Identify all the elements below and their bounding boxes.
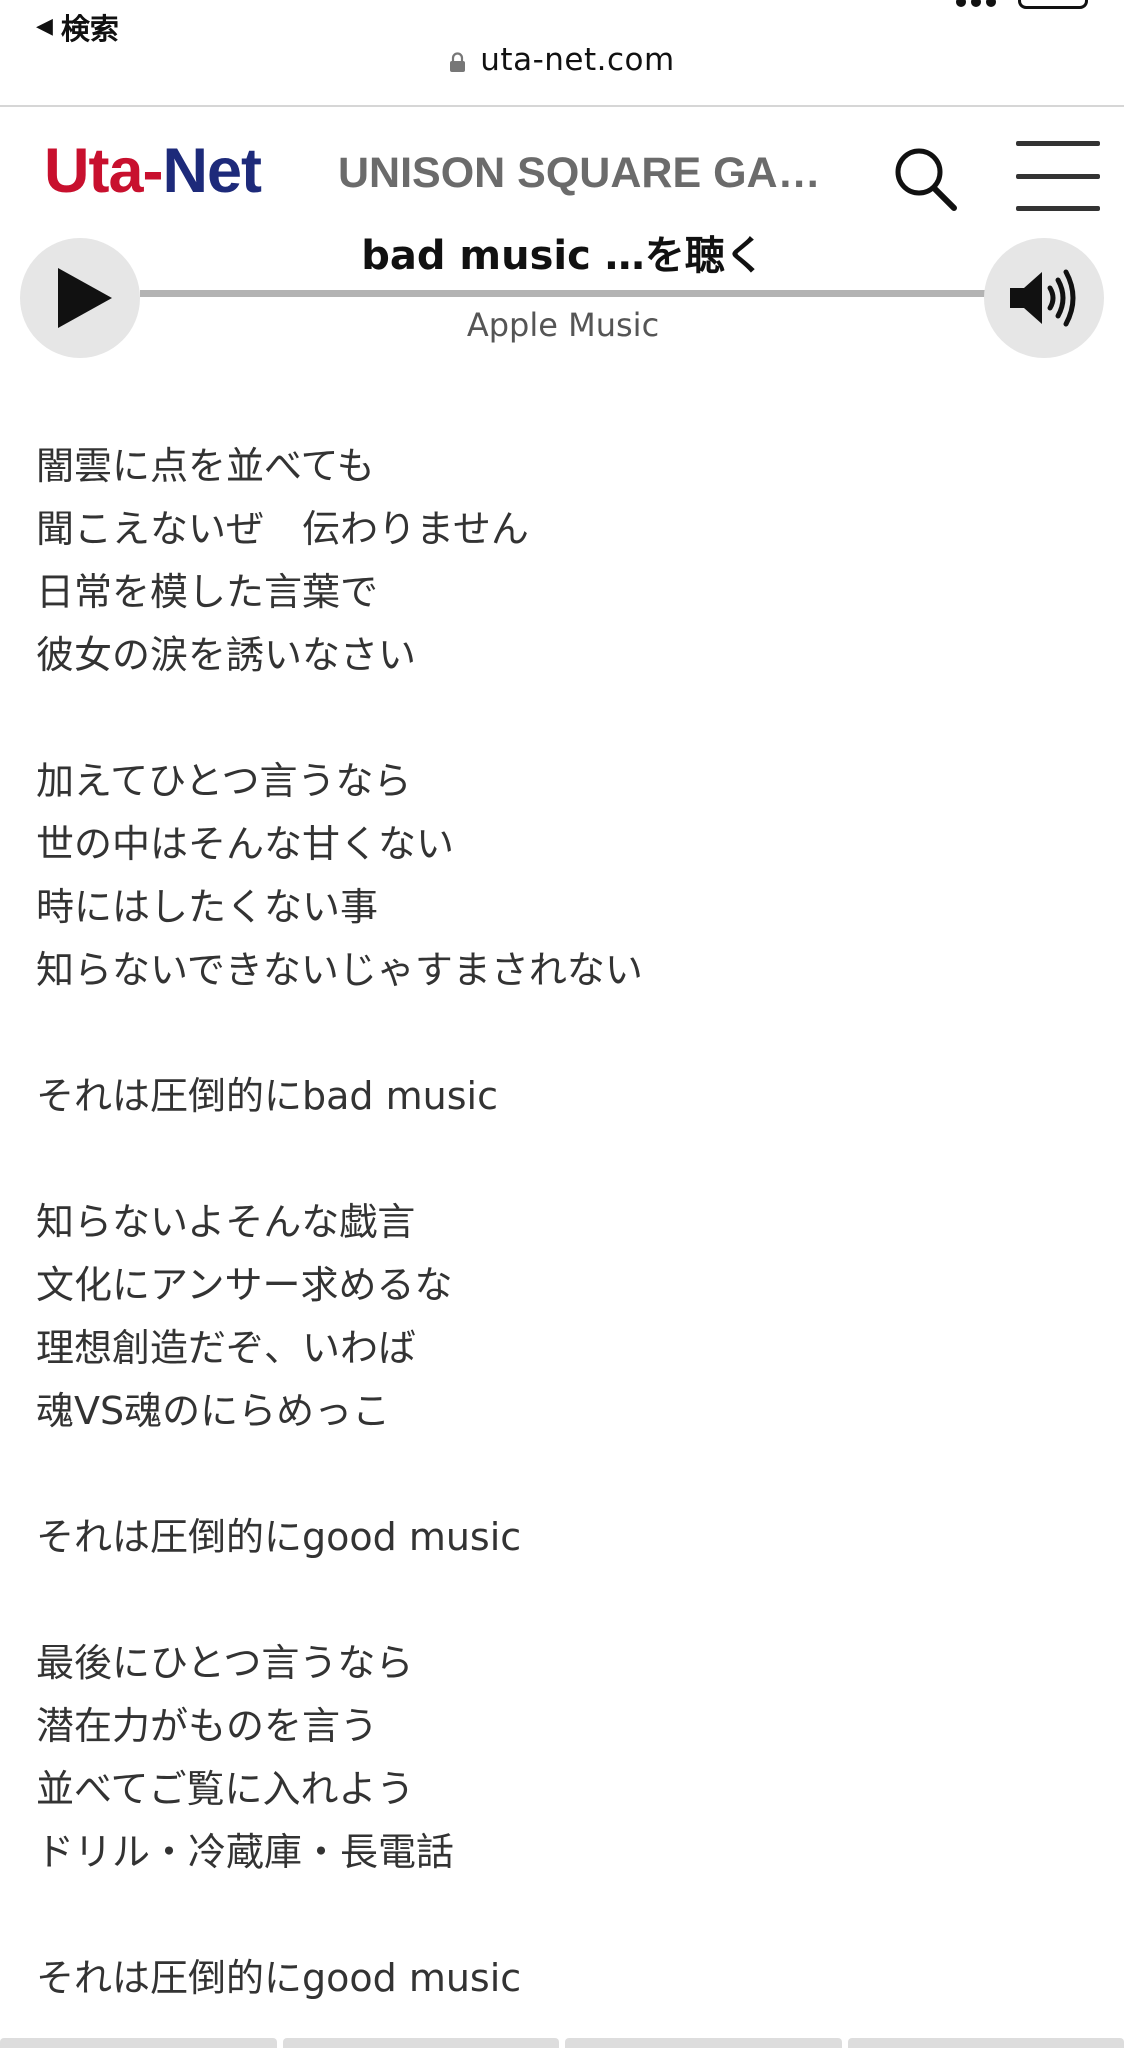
lyric-stanza: 知らないよそんな戯言 文化にアンサー求めるな 理想創造だぞ、いわば 魂VS魂のにらめっ… [36, 1191, 1096, 1443]
lyric-stanza: それは圧倒的にgood music [36, 1947, 1096, 2010]
lyric-line: 並べてご覧に入れよう [36, 1767, 415, 1811]
back-triangle-icon: ◀ [36, 14, 53, 39]
lyric-stanza: それは圧倒的にbad music [36, 1065, 1096, 1128]
play-button[interactable] [20, 238, 140, 358]
track-source: Apple Music [466, 306, 660, 344]
url-text: uta-net.com [480, 42, 675, 78]
lyric-stanza: 加えてひとつ言うなら 世の中はそんな甘くない 時にはしたくない事知らないできないじゃ… [36, 750, 1096, 1002]
lyric-line: それは圧倒的にbad music [36, 1074, 498, 1118]
lyric-line: 聞こえないぜ 伝わりません [36, 507, 529, 551]
bottom-tab[interactable] [282, 2038, 559, 2048]
bottom-tab-strip [0, 2038, 1124, 2048]
lyric-line: 理想創造だぞ、いわば [36, 1326, 417, 1370]
volume-button[interactable] [984, 238, 1104, 358]
lyric-line: 時にはしたくない事 [36, 885, 379, 929]
lyric-line: 日常を模した言葉で [36, 570, 379, 614]
lyric-line: 魂VS魂のにらめっこ [36, 1389, 391, 1433]
lyric-line: 知らないよそんな戯言 [36, 1200, 416, 1244]
search-button[interactable] [890, 143, 962, 215]
lyric-line: 潜在力がものを言う [36, 1704, 379, 1748]
lyric-line: ドリル・冷蔵庫・長電話 [36, 1830, 455, 1874]
lyric-line: 闇雲に点を並べても [36, 444, 375, 488]
logo-dash: - [142, 136, 164, 206]
site-header: Uta-Net UNISON SQUARE GA… [0, 107, 1124, 237]
progress-track[interactable] [140, 290, 986, 297]
artist-title[interactable]: UNISON SQUARE GA… [338, 149, 818, 198]
battery-icon [1018, 0, 1088, 9]
music-player: bad music …を聴く Apple Music [0, 230, 1124, 360]
menu-button[interactable] [1016, 141, 1100, 211]
hamburger-icon [1016, 141, 1100, 146]
lyric-line: 最後にひとつ言うなら [36, 1641, 414, 1685]
play-icon [58, 268, 112, 328]
lyric-line: 加えてひとつ言うなら [36, 759, 412, 803]
lyric-line: それは圧倒的にgood music [36, 1956, 522, 2000]
lyric-stanza: 最後にひとつ言うなら 潜在力がものを言う 並べてご覧に入れよう ドリル・冷蔵庫・長電話 [36, 1632, 1096, 1884]
lyrics-body: 闇雲に点を並べても聞こえないぜ 伝わりません 日常を模した言葉で 彼女の涙を誘いなさ… [36, 435, 1096, 2048]
browser-toolbar: ◀ 検索 uta-net.com [0, 0, 1124, 107]
signal-icon [956, 0, 996, 7]
lock-icon [450, 52, 466, 72]
lyric-stanza: それは圧倒的にgood music [36, 1506, 1096, 1569]
status-indicators [956, 0, 1088, 9]
bottom-tab[interactable] [0, 2038, 277, 2048]
logo-net: Net [162, 136, 263, 206]
lyric-line: 彼女の涙を誘いなさい [36, 633, 417, 677]
search-icon [895, 148, 957, 211]
lyric-line: 世の中はそんな甘くない [36, 822, 455, 866]
bottom-tab[interactable] [847, 2038, 1124, 2048]
bottom-tab[interactable] [565, 2038, 842, 2048]
track-title[interactable]: bad music …を聴く [140, 230, 986, 282]
lyric-line: 知らないできないじゃすまされない [36, 948, 643, 992]
address-bar[interactable]: uta-net.com [0, 42, 1124, 78]
lyric-line: それは圧倒的にgood music [36, 1515, 522, 1559]
lyric-stanza: 闇雲に点を並べても聞こえないぜ 伝わりません 日常を模した言葉で 彼女の涙を誘いなさ… [36, 435, 1096, 687]
speaker-icon [1010, 269, 1076, 327]
logo-uta: Uta [44, 136, 144, 206]
site-logo[interactable]: Uta-Net [44, 135, 263, 207]
lyric-line: 文化にアンサー求めるな [36, 1263, 453, 1307]
